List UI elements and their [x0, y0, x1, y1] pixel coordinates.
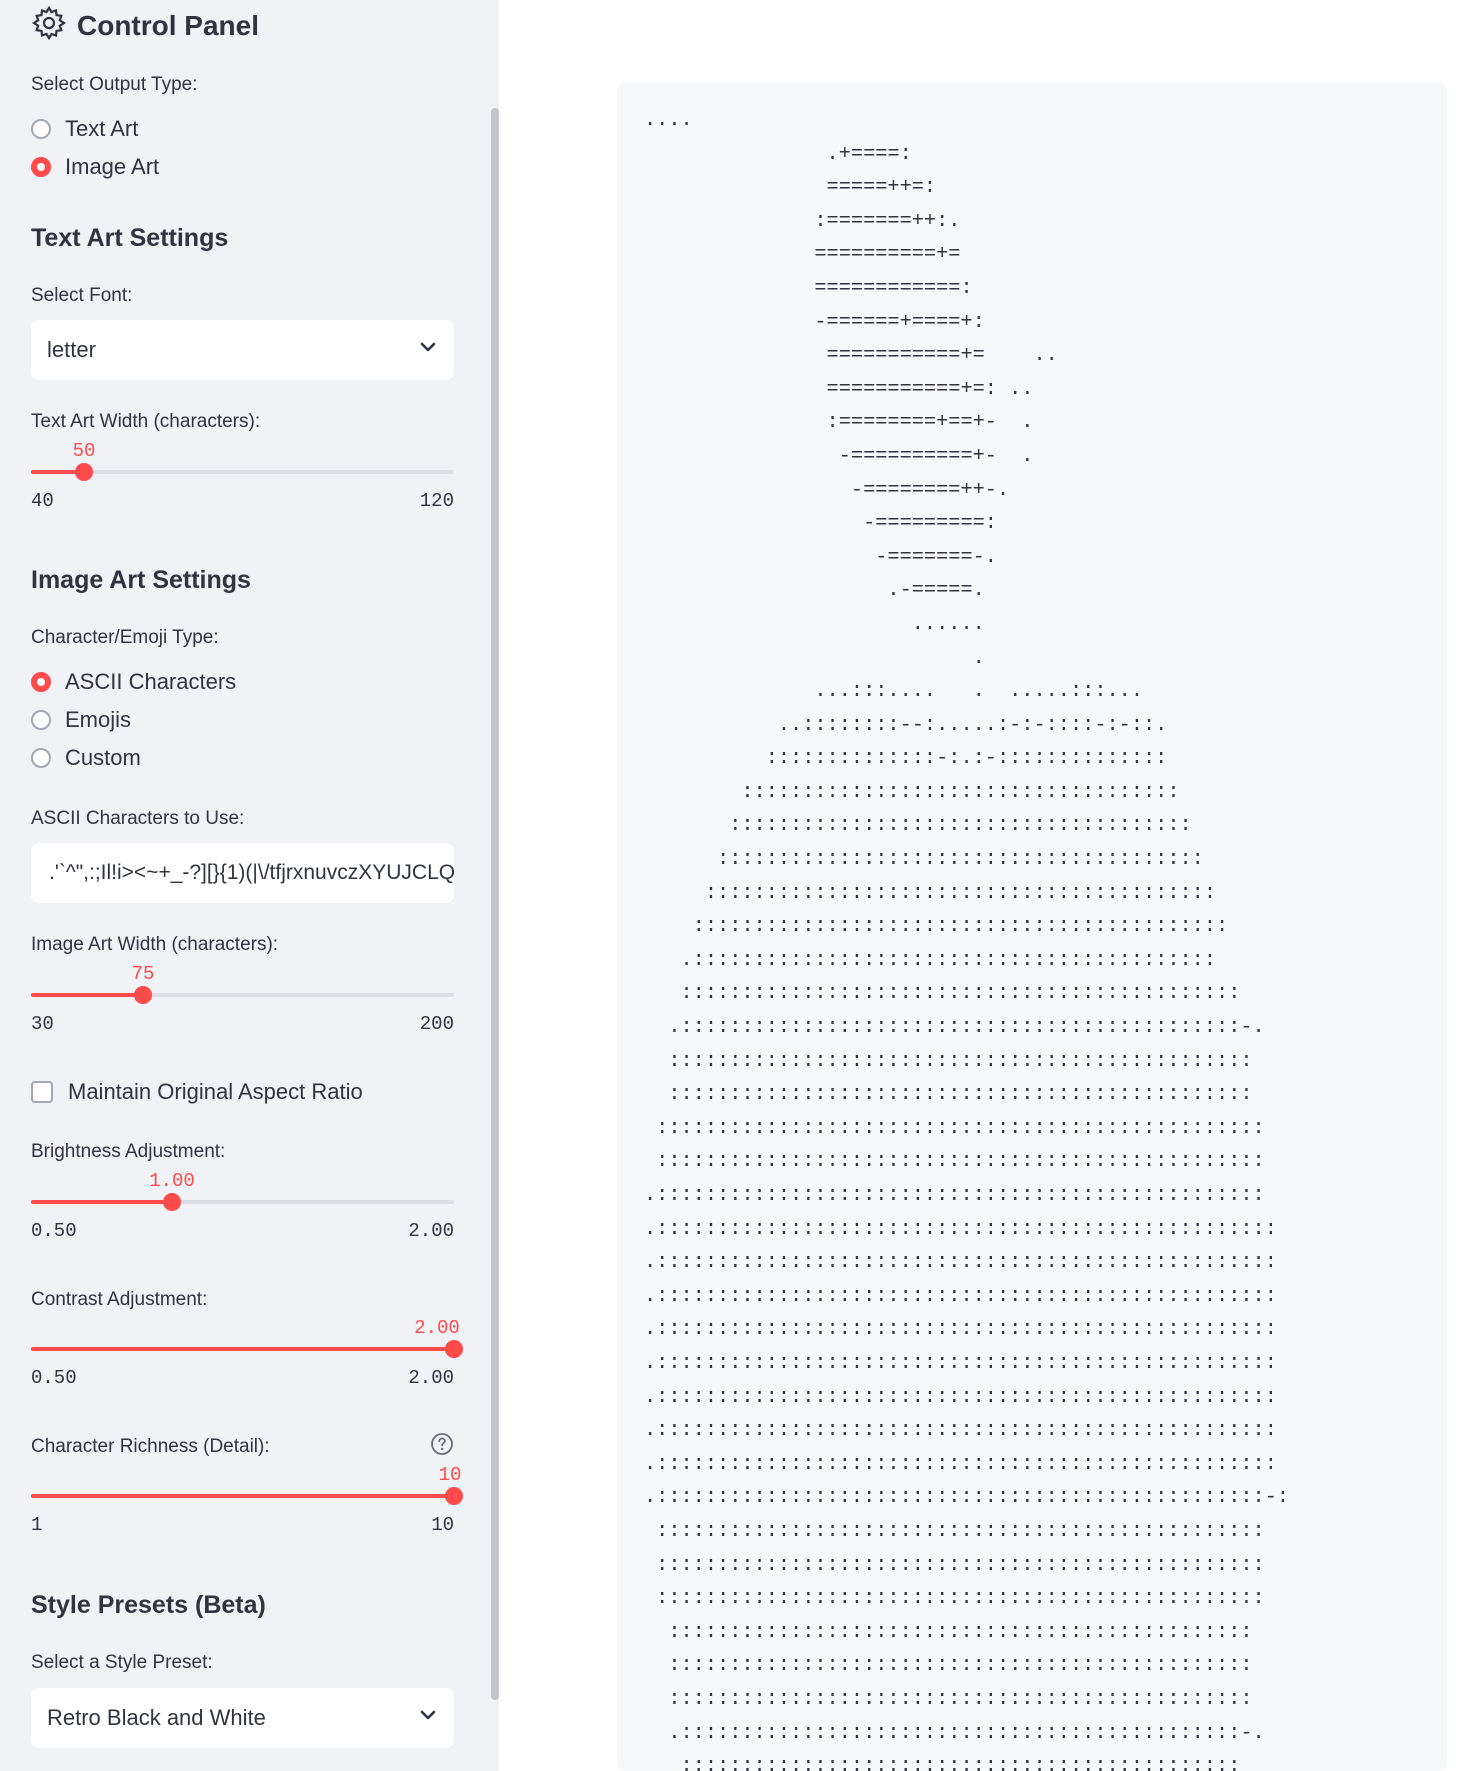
font-select[interactable]: letter	[31, 320, 454, 380]
slider-fill	[31, 1494, 454, 1498]
radio-circle[interactable]	[31, 710, 51, 730]
slider-thumb[interactable]	[134, 986, 152, 1004]
font-select-value: letter	[47, 337, 96, 362]
radio-circle-selected[interactable]	[31, 157, 51, 177]
slider-min: 0.50	[31, 1220, 77, 1242]
slider-value: 50	[72, 440, 96, 462]
sidebar-scrollbar[interactable]	[491, 108, 499, 1700]
radio-circle[interactable]	[31, 748, 51, 768]
slider-value: 75	[131, 963, 155, 985]
slider-thumb[interactable]	[75, 463, 93, 481]
radio-emojis[interactable]: Emojis	[31, 703, 131, 737]
radio-ascii-characters[interactable]: ASCII Characters	[31, 665, 236, 699]
brightness-label: Brightness Adjustment:	[31, 1141, 226, 1162]
text-art-settings-heading: Text Art Settings	[31, 224, 229, 252]
char-type-label: Character/Emoji Type:	[31, 627, 219, 648]
chevron-down-icon	[418, 1705, 438, 1731]
text-width-slider[interactable]: 50 40 120	[31, 440, 454, 512]
panel-title: Control Panel	[31, 5, 260, 48]
ascii-art-output: .... .+====: =====++=: :=======++:. ====…	[617, 82, 1447, 1771]
slider-fill	[31, 993, 143, 997]
radio-circle[interactable]	[31, 119, 51, 139]
panel-title-text: Control Panel	[77, 10, 260, 41]
ascii-chars-label: ASCII Characters to Use:	[31, 808, 245, 829]
radio-label: Custom	[65, 745, 141, 770]
help-icon[interactable]	[430, 1432, 454, 1461]
slider-track[interactable]	[31, 986, 454, 1004]
slider-thumb[interactable]	[445, 1487, 463, 1505]
font-label: Select Font:	[31, 285, 133, 306]
slider-min: 30	[31, 1013, 54, 1035]
richness-label: Character Richness (Detail):	[31, 1436, 270, 1457]
slider-thumb[interactable]	[445, 1340, 463, 1358]
slider-value: 10	[438, 1464, 462, 1486]
image-art-settings-heading: Image Art Settings	[31, 566, 251, 594]
slider-thumb[interactable]	[163, 1193, 181, 1211]
radio-label: Text Art	[65, 116, 139, 141]
slider-min: 0.50	[31, 1367, 77, 1389]
radio-circle-selected[interactable]	[31, 672, 51, 692]
radio-custom[interactable]: Custom	[31, 741, 141, 775]
radio-text-art[interactable]: Text Art	[31, 112, 138, 146]
slider-fill	[31, 1347, 454, 1351]
text-width-label: Text Art Width (characters):	[31, 411, 261, 432]
contrast-slider[interactable]: 2.00 0.50 2.00	[31, 1317, 463, 1389]
slider-max: 2.00	[408, 1220, 454, 1242]
slider-track[interactable]	[31, 1340, 463, 1358]
ascii-art-text: .... .+====: =====++=: :=======++:. ====…	[644, 109, 1290, 1771]
style-preset-value: Retro Black and White	[47, 1705, 266, 1730]
richness-slider[interactable]: 10 1 10	[31, 1464, 463, 1536]
ascii-chars-value: .'`^",:;Il!i><~+_-?][}{1)(|\/tfjrxnuvczX…	[49, 861, 454, 884]
radio-label: Image Art	[65, 154, 160, 179]
image-width-label: Image Art Width (characters):	[31, 934, 279, 955]
aspect-ratio-label: Maintain Original Aspect Ratio	[68, 1079, 363, 1104]
style-preset-select[interactable]: Retro Black and White	[31, 1688, 454, 1748]
slider-value: 1.00	[149, 1170, 195, 1192]
slider-fill	[31, 1200, 172, 1204]
ascii-chars-input[interactable]: .'`^",:;Il!i><~+_-?][}{1)(|\/tfjrxnuvczX…	[31, 843, 454, 903]
style-presets-heading: Style Presets (Beta)	[31, 1591, 266, 1619]
slider-min: 1	[31, 1514, 43, 1536]
slider-track[interactable]	[31, 1487, 463, 1505]
radio-label: ASCII Characters	[65, 669, 237, 694]
radio-label: Emojis	[65, 707, 132, 732]
style-preset-label: Select a Style Preset:	[31, 1652, 213, 1673]
slider-max: 2.00	[408, 1367, 454, 1389]
gear-icon	[31, 5, 67, 48]
slider-max: 120	[419, 490, 454, 512]
output-type-label: Select Output Type:	[31, 74, 198, 95]
radio-image-art[interactable]: Image Art	[31, 150, 159, 184]
slider-max: 200	[419, 1013, 454, 1035]
slider-min: 40	[31, 490, 54, 512]
image-width-slider[interactable]: 75 30 200	[31, 963, 454, 1035]
brightness-slider[interactable]: 1.00 0.50 2.00	[31, 1170, 454, 1242]
slider-track[interactable]	[31, 463, 454, 481]
aspect-ratio-checkbox-row[interactable]: Maintain Original Aspect Ratio	[31, 1075, 363, 1109]
slider-value: 2.00	[414, 1317, 460, 1339]
chevron-down-icon	[418, 337, 438, 363]
slider-max: 10	[431, 1514, 454, 1536]
slider-track[interactable]	[31, 1193, 454, 1211]
sidebar: Control Panel Select Output Type: Text A…	[0, 0, 499, 1771]
contrast-label: Contrast Adjustment:	[31, 1289, 208, 1310]
aspect-ratio-checkbox[interactable]	[31, 1081, 53, 1103]
